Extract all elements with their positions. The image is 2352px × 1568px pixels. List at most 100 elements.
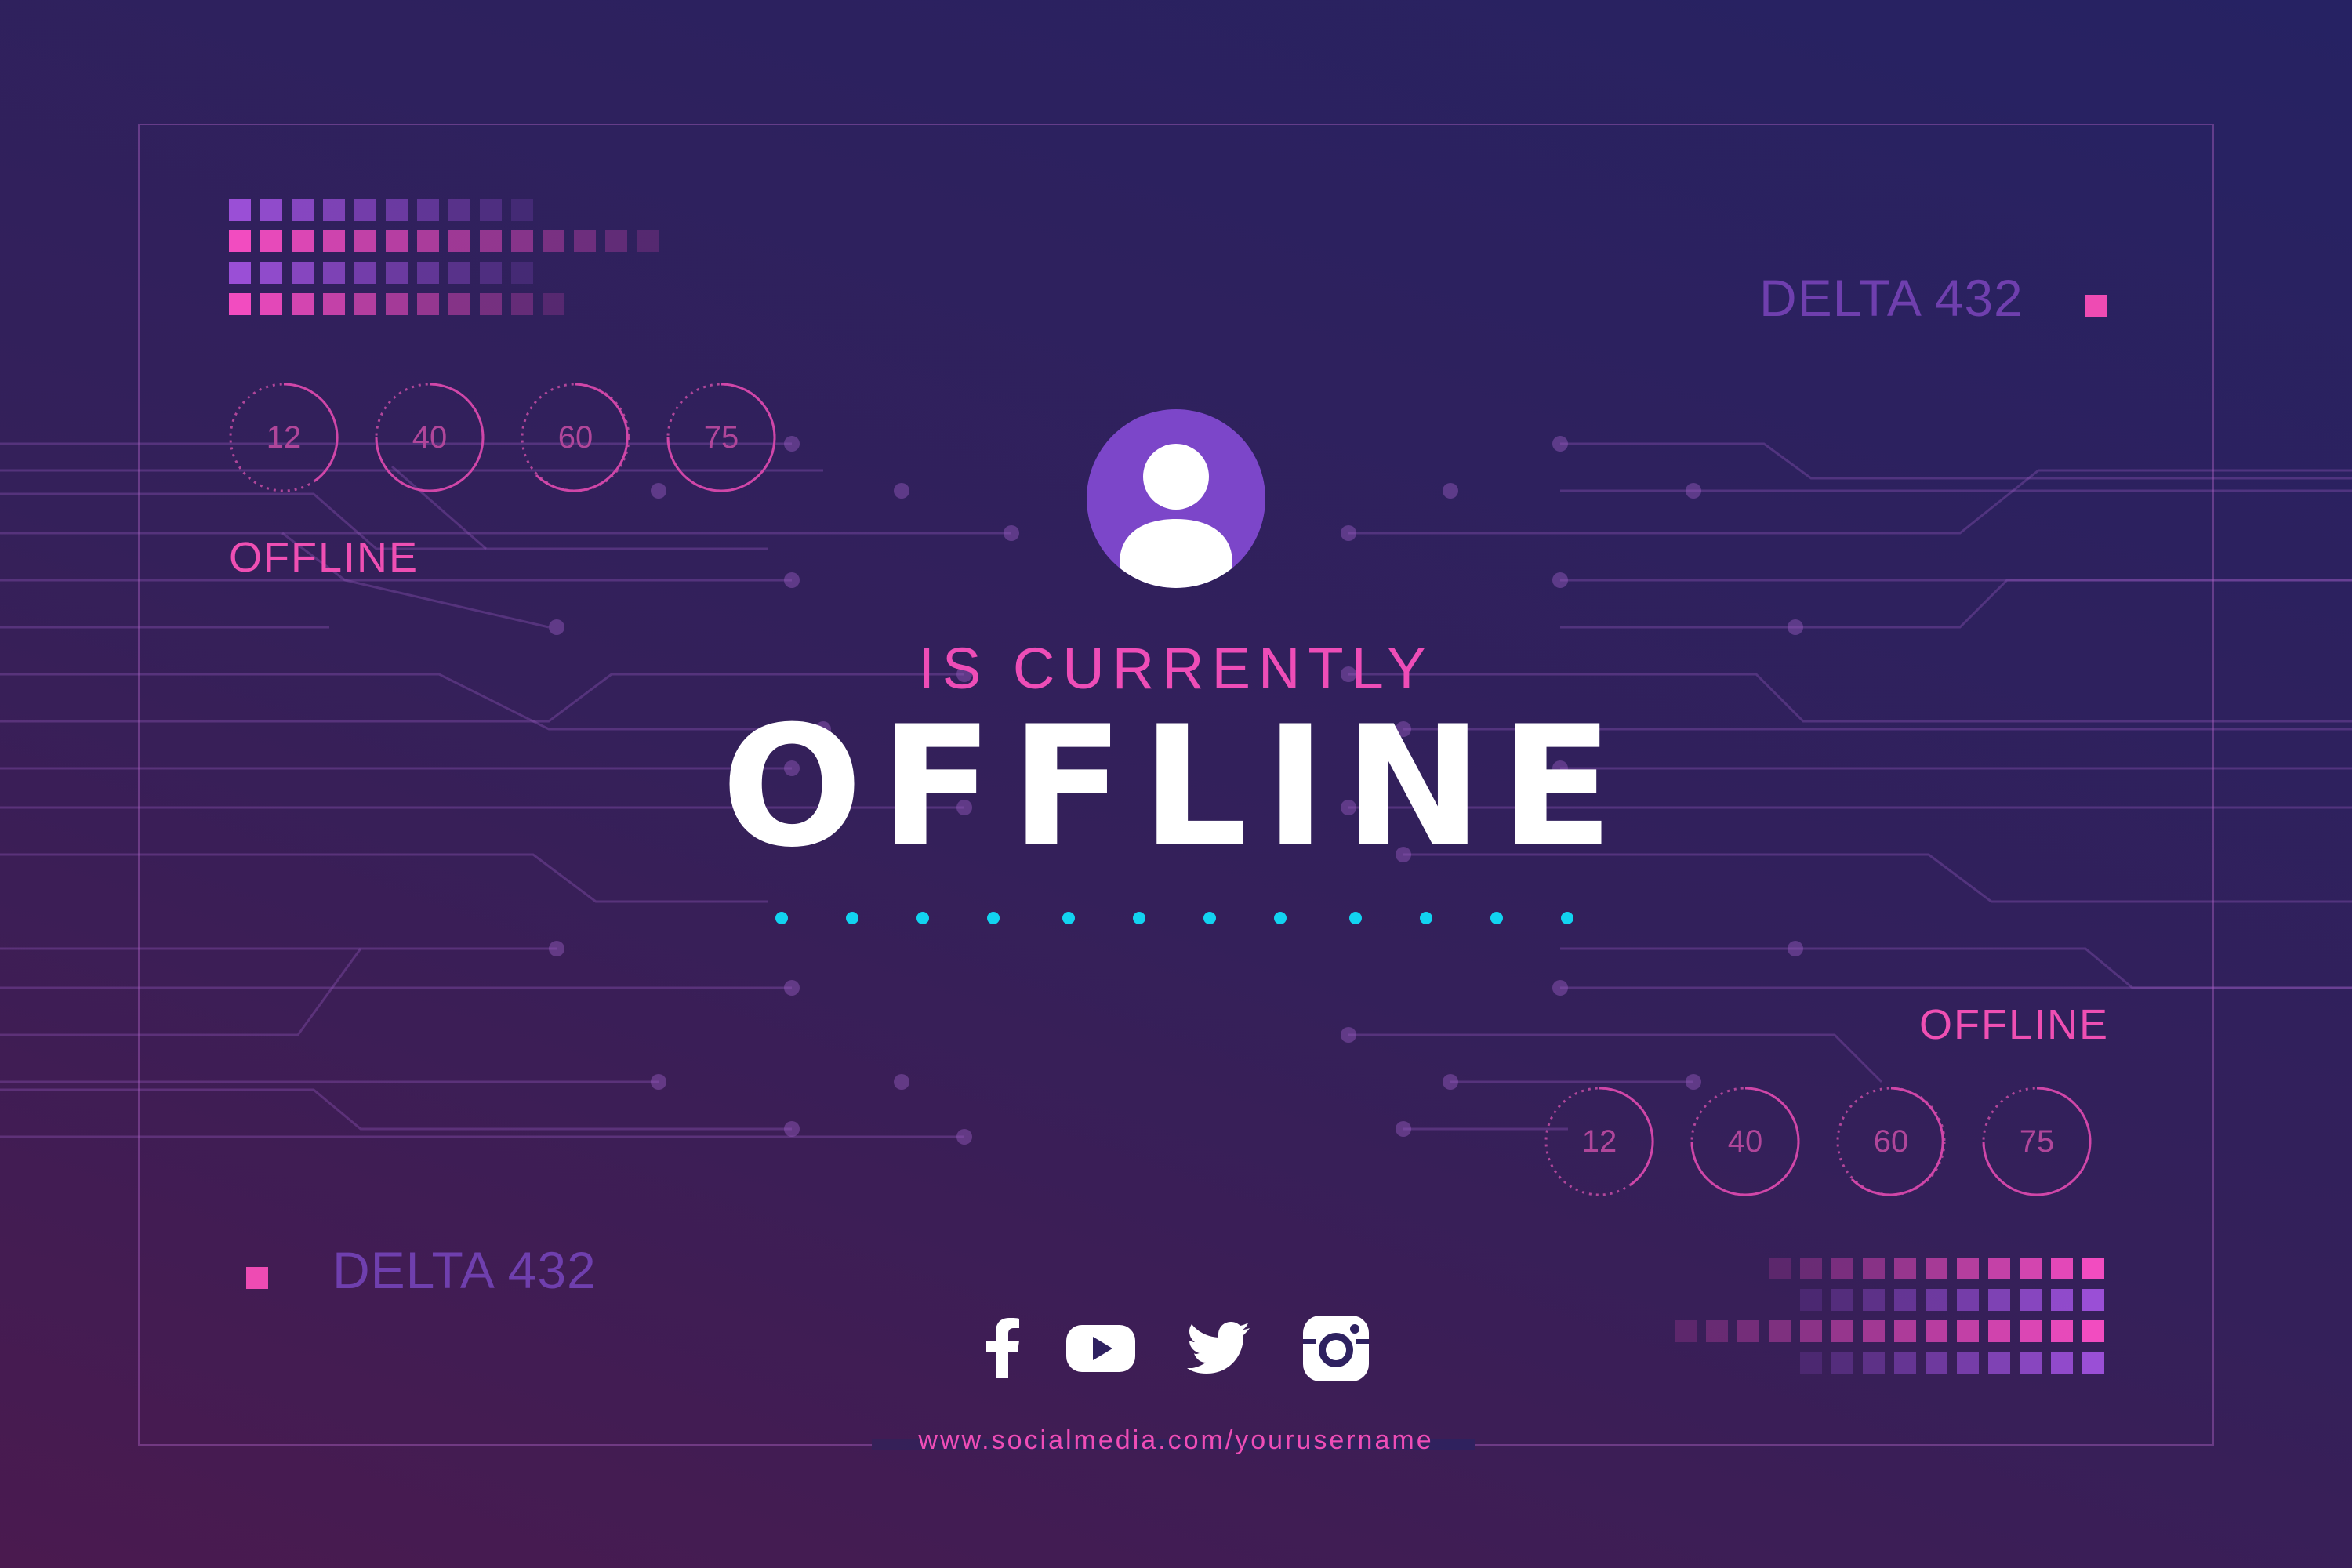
status-text: OFFLINE — [1919, 1001, 2110, 1048]
pixel-cell — [1926, 1258, 1947, 1279]
pixel-cell — [605, 230, 627, 252]
pixel-cell — [574, 199, 596, 221]
pixel-cell — [605, 262, 627, 284]
pixel-cell — [386, 293, 408, 315]
pixel-cell — [2051, 1258, 2073, 1279]
pixel-cell — [1769, 1352, 1791, 1374]
pixel-cell — [448, 293, 470, 315]
pixel-cell — [1894, 1258, 1916, 1279]
pixel-cell — [417, 262, 439, 284]
pixel-cell — [1831, 1352, 1853, 1374]
pixel-cell — [543, 293, 564, 315]
pixel-cell — [1957, 1320, 1979, 1342]
pixel-cell — [386, 230, 408, 252]
pixel-cell — [1863, 1289, 1885, 1311]
pixel-cell — [480, 199, 502, 221]
pixel-cell — [1831, 1289, 1853, 1311]
pixel-cell — [1800, 1258, 1822, 1279]
pixel-cell — [2051, 1320, 2073, 1342]
pixel-cell — [1988, 1258, 2010, 1279]
pixel-cell — [2082, 1320, 2104, 1342]
dial: 75 — [666, 383, 776, 492]
pixel-cell — [1706, 1320, 1728, 1342]
pixel-cell — [448, 230, 470, 252]
dial: 60 — [1836, 1087, 1946, 1196]
pixel-cell — [2051, 1289, 2073, 1311]
pixel-cell — [229, 293, 251, 315]
pixel-cell — [1800, 1352, 1822, 1374]
pixel-cell — [2020, 1258, 2042, 1279]
instagram-icon[interactable] — [1298, 1311, 1374, 1386]
dial-value: 75 — [703, 419, 739, 455]
pixel-cell — [1737, 1352, 1759, 1374]
pixel-cell — [1926, 1320, 1947, 1342]
pixel-cell — [2020, 1352, 2042, 1374]
pixel-cell — [323, 199, 345, 221]
pixel-cell — [260, 293, 282, 315]
pixel-cell — [1863, 1320, 1885, 1342]
pixel-cell — [1800, 1289, 1822, 1311]
dot-divider — [775, 912, 1573, 924]
dial: 40 — [1690, 1087, 1800, 1196]
facebook-icon[interactable] — [964, 1311, 1040, 1386]
pixel-cell — [260, 199, 282, 221]
pixel-cell — [1863, 1352, 1885, 1374]
pixel-cell — [637, 230, 659, 252]
pixel-cell — [2082, 1258, 2104, 1279]
pixel-cell — [1926, 1352, 1947, 1374]
pixel-cell — [637, 262, 659, 284]
pixel-cell — [1737, 1258, 1759, 1279]
social-url[interactable]: www.socialmedia.com/yourusername — [0, 1425, 2352, 1456]
avatar — [1087, 409, 1265, 588]
pixel-cell — [229, 230, 251, 252]
pixel-cell — [1675, 1289, 1697, 1311]
pixel-cell — [1957, 1289, 1979, 1311]
pixel-cell — [543, 230, 564, 252]
dial-value: 12 — [266, 419, 302, 455]
pixel-cell — [1675, 1352, 1697, 1374]
pixel-cell — [1737, 1289, 1759, 1311]
pixel-grid-top-left — [229, 199, 659, 315]
pixel-cell — [1831, 1320, 1853, 1342]
pixel-cell — [292, 262, 314, 284]
pixel-cell — [480, 293, 502, 315]
dial-value: 60 — [1873, 1123, 1909, 1159]
dial: 60 — [521, 383, 630, 492]
pixel-cell — [1769, 1289, 1791, 1311]
pixel-cell — [448, 262, 470, 284]
pixel-cell — [260, 262, 282, 284]
pixel-cell — [1988, 1352, 2010, 1374]
pixel-cell — [1675, 1320, 1697, 1342]
pixel-cell — [323, 230, 345, 252]
pixel-cell — [2082, 1289, 2104, 1311]
pixel-cell — [417, 230, 439, 252]
dial: 75 — [1982, 1087, 2092, 1196]
pixel-cell — [574, 230, 596, 252]
pixel-cell — [637, 293, 659, 315]
pixel-cell — [354, 199, 376, 221]
delta-label: DELTA 432 — [332, 1241, 597, 1299]
dial-value: 40 — [1727, 1123, 1763, 1159]
dial: 40 — [375, 383, 485, 492]
pixel-grid-bottom-right — [1675, 1258, 2104, 1374]
pixel-cell — [1988, 1289, 2010, 1311]
pixel-cell — [2020, 1320, 2042, 1342]
pixel-cell — [1926, 1289, 1947, 1311]
pixel-cell — [2051, 1352, 2073, 1374]
pixel-cell — [1863, 1258, 1885, 1279]
pink-square — [246, 1267, 268, 1289]
pixel-cell — [511, 230, 533, 252]
pixel-cell — [386, 262, 408, 284]
pixel-cell — [1894, 1320, 1916, 1342]
pixel-cell — [1831, 1258, 1853, 1279]
pixel-cell — [1706, 1289, 1728, 1311]
delta-label: DELTA 432 — [1759, 269, 2024, 327]
pixel-cell — [292, 199, 314, 221]
pixel-cell — [511, 293, 533, 315]
pixel-cell — [1957, 1258, 1979, 1279]
twitter-icon[interactable] — [1181, 1311, 1256, 1386]
pixel-cell — [354, 262, 376, 284]
youtube-icon[interactable] — [1063, 1311, 1138, 1386]
pixel-cell — [1800, 1320, 1822, 1342]
pixel-cell — [292, 230, 314, 252]
